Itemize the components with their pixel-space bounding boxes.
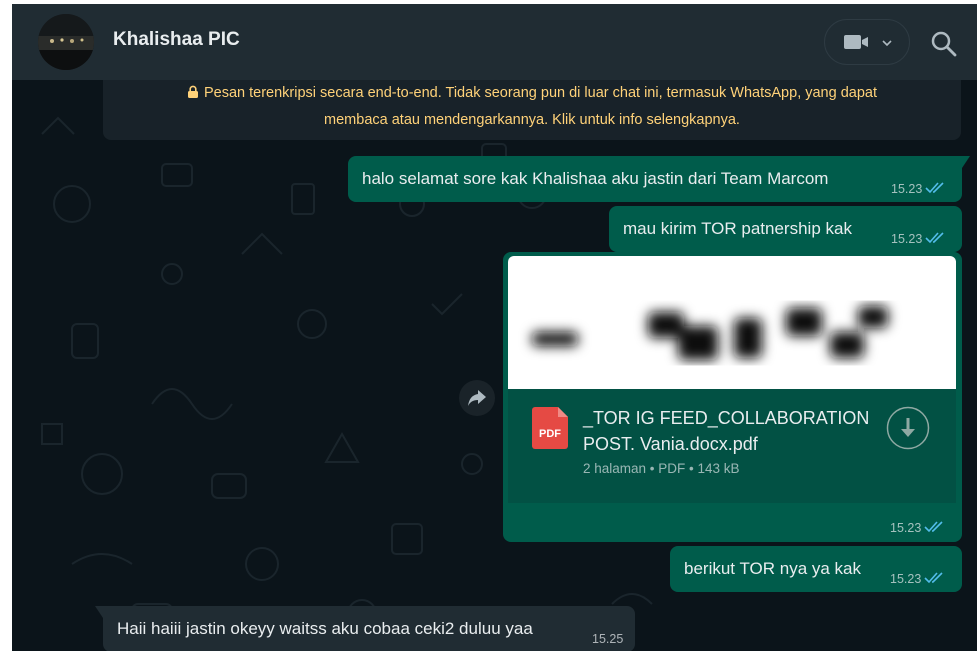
message-meta: 15.23 <box>890 572 944 586</box>
file-name-line2: POST. Vania.docx.pdf <box>583 434 758 454</box>
encryption-notice[interactable]: Pesan terenkripsi secara end-to-end. Tid… <box>103 74 961 140</box>
bubble-tail <box>95 606 103 618</box>
message-time: 15.23 <box>891 232 923 246</box>
contact-avatar[interactable] <box>38 14 94 70</box>
forward-button[interactable] <box>459 380 495 416</box>
message-text: halo selamat sore kak Khalishaa aku jast… <box>362 169 829 188</box>
double-check-icon <box>924 521 943 533</box>
document-file-meta: 2 halaman • PDF • 143 kB <box>583 461 740 476</box>
document-file-name: _TOR IG FEED_COLLABORATION POST. Vania.d… <box>583 405 873 457</box>
search-icon <box>931 31 957 57</box>
message-bubble-outgoing[interactable]: halo selamat sore kak Khalishaa aku jast… <box>348 156 970 202</box>
message-bubble-incoming[interactable]: Haii haiii jastin okeyy waitss aku cobaa… <box>95 606 635 651</box>
blurred-document-preview <box>532 306 888 360</box>
message-meta: 15.23 <box>890 521 944 535</box>
download-icon[interactable] <box>886 406 930 450</box>
message-text: berikut TOR nya ya kak <box>684 559 862 578</box>
chevron-down-icon <box>882 40 892 47</box>
double-check-icon <box>925 232 944 244</box>
forward-arrow-icon <box>468 390 486 406</box>
message-time: 15.23 <box>890 572 922 586</box>
search-button[interactable] <box>930 30 958 58</box>
message-bubble-outgoing[interactable]: berikut TOR nya ya kak 15.23 <box>670 546 962 592</box>
pdf-file-icon: PDF <box>532 407 568 449</box>
message-bubble-outgoing[interactable]: mau kirim TOR patnership kak 15.23 <box>609 206 962 252</box>
video-camera-icon <box>844 35 868 49</box>
message-text: mau kirim TOR patnership kak <box>623 219 852 238</box>
file-name-line1: _TOR IG FEED_COLLABORATION <box>583 408 870 428</box>
bubble-tail <box>962 156 970 168</box>
document-info[interactable]: PDF _TOR IG FEED_COLLABORATION POST. Van… <box>508 389 956 503</box>
encryption-notice-line2: membaca atau mendengarkannya. Klik untuk… <box>324 112 740 128</box>
chat-window: Khalishaa PIC Pesan terenkripsi secara e… <box>12 4 977 651</box>
pdf-badge-text: PDF <box>539 428 561 440</box>
message-time: 15.23 <box>890 521 922 535</box>
chat-header: Khalishaa PIC <box>12 4 977 80</box>
message-text: Haii haiii jastin okeyy waitss aku cobaa… <box>117 619 533 638</box>
message-meta: 15.23 <box>891 182 945 196</box>
encryption-notice-line1: Pesan terenkripsi secara end-to-end. Tid… <box>203 85 878 101</box>
double-check-icon <box>924 572 943 584</box>
video-call-button[interactable] <box>824 19 910 65</box>
contact-name[interactable]: Khalishaa PIC <box>113 29 240 51</box>
message-time: 15.23 <box>891 182 923 196</box>
double-check-icon <box>925 182 944 194</box>
message-time: 15.25 <box>592 632 624 646</box>
document-preview-thumbnail[interactable] <box>508 256 956 389</box>
lock-icon <box>187 85 198 98</box>
message-meta: 15.23 <box>891 232 945 246</box>
document-message[interactable]: PDF _TOR IG FEED_COLLABORATION POST. Van… <box>503 252 962 542</box>
